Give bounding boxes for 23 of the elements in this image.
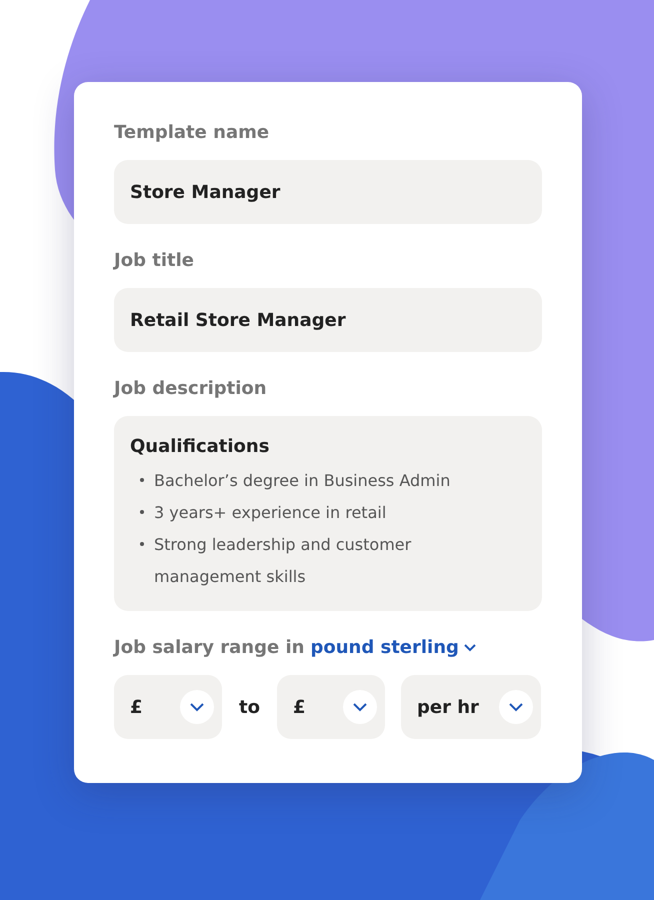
currency-dropdown[interactable]: £ xyxy=(114,675,222,739)
field-label: Job title xyxy=(114,250,195,271)
chevron-down-icon xyxy=(352,702,368,712)
range-separator: to xyxy=(239,696,260,718)
bullet-icon xyxy=(140,542,144,546)
bullet-text: 3 years+ experience in retail xyxy=(154,502,386,524)
field-label: Template name xyxy=(114,122,270,143)
bullet-text: Strong leadership and customer management skills xyxy=(154,534,412,588)
salary-label: Job salary range in xyxy=(114,637,304,658)
text-area[interactable]: Qualifications Bachelor’s degree in Business Admin 3 years+ experience in retail Strong leadership and customer management skills xyxy=(114,416,542,611)
bullet-text: Bachelor’s degree in Business Admin xyxy=(154,470,450,492)
field-label: Job description xyxy=(114,378,268,399)
chevron-down-icon xyxy=(189,702,205,712)
bullet-icon xyxy=(140,510,144,514)
chevron-down-icon xyxy=(508,702,524,712)
description-heading: Qualifications xyxy=(130,436,270,457)
input-field[interactable]: Store Manager xyxy=(114,160,542,224)
currency-link[interactable]: pound sterling xyxy=(310,637,477,658)
currency-dropdown[interactable]: £ xyxy=(276,675,385,739)
chevron-down-icon xyxy=(462,642,477,652)
bullet-icon xyxy=(140,478,144,482)
input-field[interactable]: Retail Store Manager xyxy=(114,288,542,352)
period-dropdown[interactable]: per hr xyxy=(400,675,541,739)
